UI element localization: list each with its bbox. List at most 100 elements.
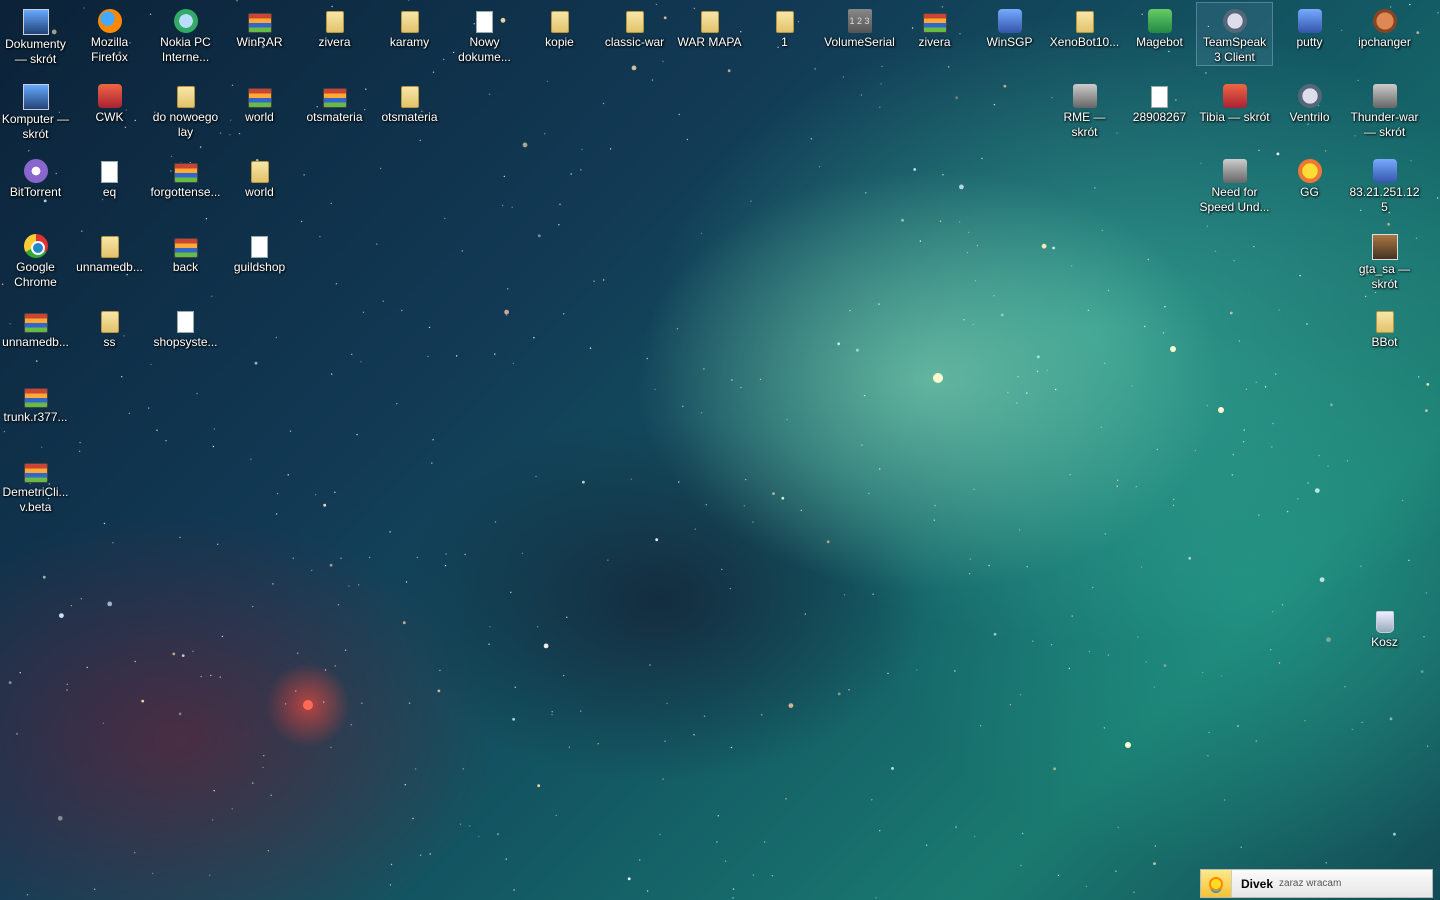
desktop-icon[interactable]: Mozilla Firefox [72,3,147,65]
desktop-icon[interactable]: eq [72,153,147,200]
star [1271,446,1273,448]
star [535,475,537,478]
desktop-icon-label: back [172,260,199,274]
desktop-icon[interactable]: otsmateria [372,78,447,125]
desktop-icon[interactable]: 1 2 3 VolumeSerial [822,3,897,50]
document-icon [177,311,194,333]
desktop-icon[interactable]: Komputer — skrót [0,78,73,142]
star [1117,826,1119,829]
gadu-gadu-notification[interactable]: Divek zaraz wracam [1200,869,1433,898]
star [1018,529,1021,531]
star [878,303,880,305]
star [1156,448,1159,451]
desktop-icon[interactable]: TeamSpeak 3 Client [1196,2,1273,66]
desktop-icon[interactable]: guildshop [222,228,297,275]
star [213,790,215,792]
desktop-icon-label: forgottense... [150,185,221,199]
desktop-icon[interactable]: back [148,228,223,275]
desktop-icon[interactable]: forgottense... [148,153,223,200]
desktop-icon[interactable]: ipchanger [1347,3,1422,50]
star [512,362,515,365]
desktop-icon[interactable]: CWK [72,78,147,125]
star [771,875,774,877]
desktop-icon[interactable]: zivera [897,3,972,50]
star [785,798,787,800]
star [664,740,666,742]
desktop-icon[interactable]: world [222,78,297,125]
desktop-icon[interactable]: do nowoego lay [148,78,223,140]
star [1135,486,1138,488]
star [507,288,509,290]
star [1255,381,1258,383]
desktop-icon-label: Mozilla Firefox [90,35,129,64]
star [1314,488,1320,493]
star [1163,664,1167,667]
desktop-icon[interactable]: putty [1272,3,1347,50]
star [351,353,353,355]
desktop-icon[interactable]: WAR MAPA [672,3,747,50]
star [942,174,944,176]
desktop-icon[interactable]: ss [72,303,147,350]
desktop-icon[interactable]: WinRAR [222,3,297,50]
desktop-icon[interactable]: kopie [522,3,597,50]
desktop-icon[interactable]: WinSGP [972,3,1047,50]
star [551,711,553,713]
desktop-icon[interactable]: Ventrilo [1272,78,1347,125]
desktop-icon[interactable]: Google Chrome [0,228,73,290]
star [967,231,970,234]
star [1100,426,1103,428]
star [427,355,429,358]
desktop-icon[interactable]: GG [1272,153,1347,200]
recycle-bin-icon [1375,611,1394,633]
star [172,652,176,656]
desktop-icon[interactable]: Kosz [1347,603,1422,650]
desktop-icon-label: zivera [318,35,351,49]
star [988,564,990,567]
star [543,643,549,649]
star [1240,846,1242,848]
star [1214,250,1217,252]
star [580,710,582,712]
desktop-icon[interactable]: BitTorrent [0,153,73,200]
star [26,894,29,896]
desktop-icon[interactable]: karamy [372,3,447,50]
desktop-icon[interactable]: RME — skrót [1047,78,1122,140]
star [1275,373,1277,375]
star [879,468,881,470]
desktop-icon[interactable]: DemetriCli... v.beta [0,453,73,515]
desktop-icon[interactable]: trunk.r377... [0,378,73,425]
desktop-icon[interactable]: unnamedb... [72,228,147,275]
star [563,313,565,315]
desktop-icon[interactable]: Nowy dokume... [447,3,522,65]
desktop-icon[interactable]: Tibia — skrót [1197,78,1272,125]
star [837,342,841,346]
star [16,733,18,735]
desktop-icon[interactable]: 83.21.251.125 [1347,153,1422,215]
desktop-icon[interactable]: Nokia PC Interne... [148,3,223,65]
document-icon [1151,86,1168,108]
star [1232,453,1235,456]
desktop-icon[interactable]: gta_sa — skrót [1347,228,1422,292]
star [1304,720,1306,722]
desktop-icon[interactable]: world [222,153,297,200]
star [1052,246,1055,250]
desktop-icon[interactable]: unnamedb... [0,303,73,350]
star [1327,465,1329,467]
star [1087,309,1090,311]
star [212,819,214,821]
desktop-icon[interactable]: XenoBot10... [1047,3,1122,50]
desktop-icon[interactable]: 1 [747,3,822,50]
desktop-icon[interactable]: BBot [1347,303,1422,350]
desktop-icon[interactable]: Dokumenty — skrót [0,3,73,67]
desktop-icon[interactable]: classic-war [597,3,672,50]
desktop-icon[interactable]: Thunder-war — skrót [1347,78,1422,140]
star [42,575,46,579]
desktop-icon[interactable]: Need for Speed Und... [1197,153,1272,215]
desktop-icon[interactable]: Magebot [1122,3,1197,50]
desktop-icon[interactable]: otsmateria [297,78,372,125]
star [966,252,969,254]
desktop-icon[interactable]: 28908267 [1122,78,1197,125]
desktop-icon[interactable]: shopsyste... [148,303,223,350]
desktop-icon[interactable]: zivera [297,3,372,50]
star [455,355,458,357]
